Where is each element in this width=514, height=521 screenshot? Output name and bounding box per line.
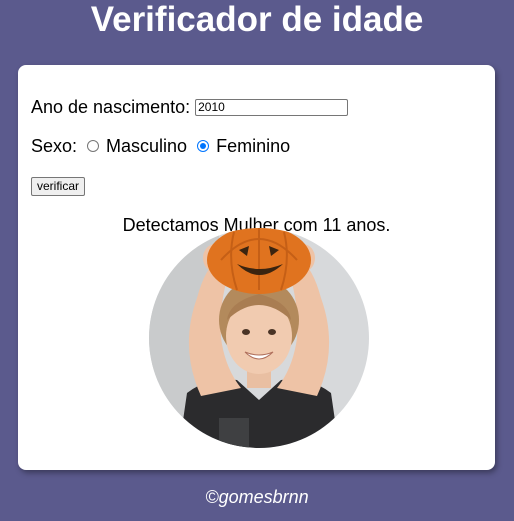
- sex-row: Sexo: Masculino Feminino: [31, 135, 290, 157]
- result-photo: [149, 228, 369, 448]
- sex-radio-masculino[interactable]: [87, 140, 100, 152]
- footer-credit: ©gomesbrnn: [205, 487, 309, 507]
- birth-year-row: Ano de nascimento:: [31, 96, 349, 118]
- verify-button[interactable]: verificar: [31, 177, 86, 196]
- page-title: Verificador de idade: [90, 0, 424, 39]
- sex-option-label-feminino[interactable]: Feminino: [216, 135, 290, 157]
- verifier-card: Ano de nascimento: Sexo: Masculino Femin…: [18, 65, 495, 470]
- sex-radio-feminino[interactable]: [197, 140, 210, 152]
- birth-year-input[interactable]: [195, 98, 349, 116]
- sex-label: Sexo:: [31, 136, 78, 156]
- birth-year-label: Ano de nascimento:: [31, 97, 191, 117]
- sex-option-label-masculino[interactable]: Masculino: [106, 135, 187, 157]
